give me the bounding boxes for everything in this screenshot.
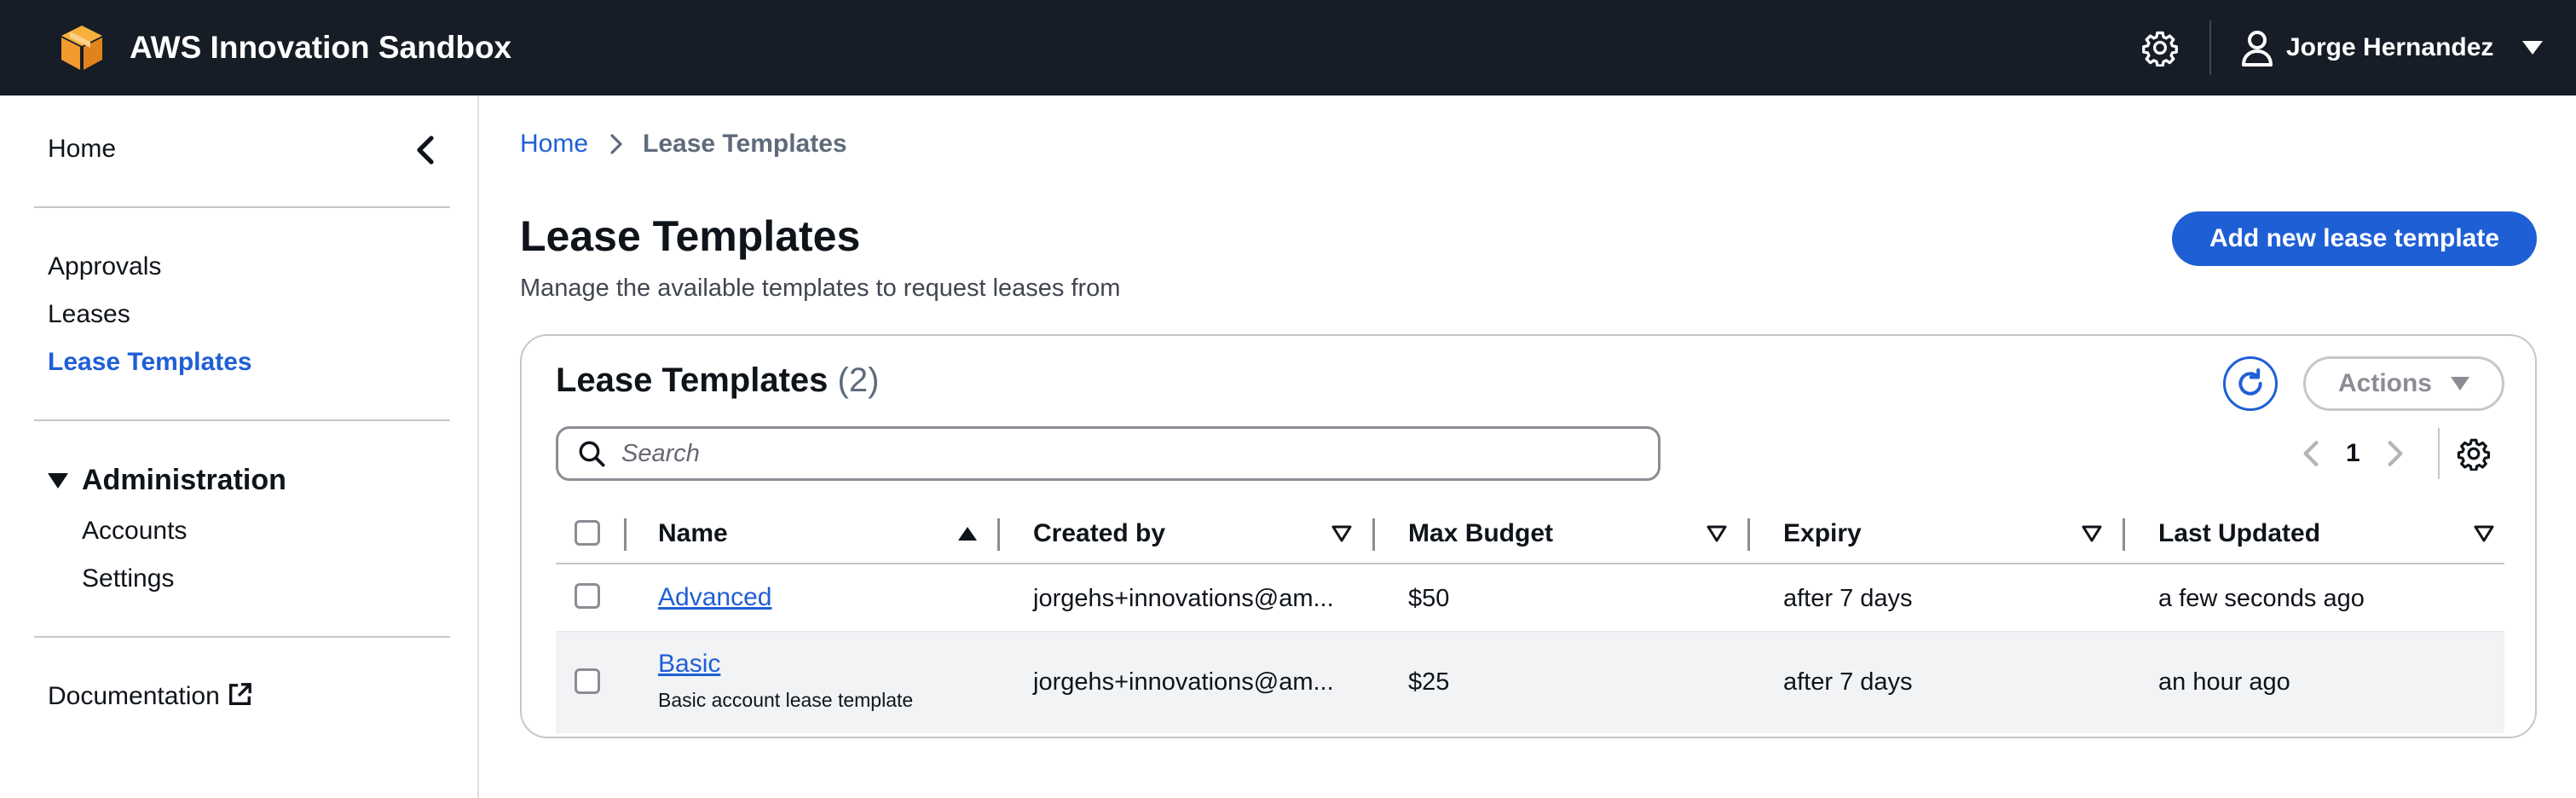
external-link-icon[interactable] — [227, 682, 252, 708]
template-name-link[interactable]: Basic — [658, 650, 720, 678]
settings-gear-icon[interactable] — [2141, 29, 2179, 66]
sidebar-item-documentation[interactable]: Documentation — [48, 682, 220, 711]
sidebar-item-lease-templates[interactable]: Lease Templates — [48, 348, 252, 377]
expiry-cell: after 7 days — [1783, 668, 1913, 696]
current-page-number[interactable]: 1 — [2346, 439, 2360, 468]
sidebar-item-approvals[interactable]: Approvals — [48, 252, 161, 281]
column-header-name[interactable]: Name — [658, 503, 728, 564]
max-budget-cell: $25 — [1408, 668, 1450, 696]
sidebar-item-settings[interactable]: Settings — [82, 564, 174, 593]
table-title: Lease Templates — [556, 361, 829, 399]
add-new-lease-template-button[interactable]: Add new lease template — [2172, 211, 2537, 266]
table-row: Basic Basic account lease template jorge… — [556, 633, 2504, 733]
sort-unsorted-icon[interactable] — [1331, 525, 1352, 542]
search-input[interactable] — [621, 439, 1627, 468]
last-updated-cell: an hour ago — [2158, 668, 2290, 696]
sort-unsorted-icon[interactable] — [2082, 525, 2102, 542]
sort-unsorted-icon[interactable] — [2474, 525, 2494, 542]
pagination-divider — [2438, 428, 2440, 479]
last-updated-cell: a few seconds ago — [2158, 585, 2365, 612]
sort-ascending-icon[interactable] — [958, 527, 977, 541]
user-icon — [2242, 31, 2273, 66]
refresh-icon — [2238, 368, 2262, 396]
table-preferences-gear-icon[interactable] — [2457, 437, 2491, 471]
app-title[interactable]: AWS Innovation Sandbox — [130, 0, 511, 95]
actions-dropdown-button[interactable]: Actions — [2303, 356, 2504, 411]
sidebar-item-leases[interactable]: Leases — [48, 300, 130, 329]
column-header-last-updated[interactable]: Last Updated — [2158, 503, 2320, 564]
column-header-max-budget[interactable]: Max Budget — [1408, 503, 1553, 564]
created-by-cell: jorgehs+innovations@am... — [1033, 668, 1334, 696]
pagination: 1 — [2298, 426, 2408, 481]
column-resizer[interactable] — [624, 518, 627, 551]
template-description: Basic account lease template — [658, 689, 914, 711]
collapse-sidebar-chevron-icon[interactable] — [413, 133, 438, 167]
sidebar-item-accounts[interactable]: Accounts — [82, 517, 187, 546]
page-description: Manage the available templates to reques… — [520, 275, 1121, 302]
sidebar-item-home[interactable]: Home — [48, 135, 116, 164]
column-header-expiry[interactable]: Expiry — [1783, 503, 1862, 564]
previous-page-icon[interactable] — [2298, 439, 2324, 468]
user-name: Jorge Hernandez — [2286, 33, 2494, 61]
max-budget-cell: $50 — [1408, 585, 1450, 612]
lease-templates-table: Name Created by Max Budget Expiry Last U… — [556, 503, 2504, 733]
template-name-link[interactable]: Advanced — [658, 583, 771, 611]
administration-section-toggle[interactable]: Administration — [48, 464, 286, 497]
table-row: Advanced jorgehs+innovations@am... $50 a… — [556, 564, 2504, 633]
next-page-icon[interactable] — [2383, 439, 2408, 468]
nav-divider — [34, 636, 450, 638]
breadcrumb: Home Lease Templates — [520, 130, 847, 159]
nav-divider — [34, 419, 450, 421]
created-by-cell: jorgehs+innovations@am... — [1033, 585, 1334, 612]
column-resizer[interactable] — [997, 518, 1000, 551]
expanded-triangle-icon — [48, 472, 68, 489]
header-divider — [2209, 20, 2211, 75]
row-select-checkbox[interactable] — [575, 583, 600, 609]
row-select-checkbox[interactable] — [575, 668, 600, 694]
nav-divider — [34, 206, 450, 208]
table-header-row: Name Created by Max Budget Expiry Last U… — [556, 503, 2504, 564]
column-resizer[interactable] — [1747, 518, 1750, 551]
sort-unsorted-icon[interactable] — [1707, 525, 1727, 542]
expiry-cell: after 7 days — [1783, 585, 1913, 612]
search-field[interactable] — [556, 426, 1661, 481]
search-icon — [579, 441, 605, 467]
breadcrumb-home-link[interactable]: Home — [520, 130, 588, 159]
side-navigation: Home Approvals Leases Lease Templates Ad… — [0, 95, 479, 798]
caret-down-icon — [2522, 41, 2544, 55]
column-resizer[interactable] — [2123, 518, 2125, 551]
page-title: Lease Templates — [520, 212, 861, 260]
aws-cube-logo-icon[interactable] — [56, 22, 107, 73]
lease-templates-table-container: Lease Templates (2) Actions 1 — [520, 334, 2537, 738]
refresh-button[interactable] — [2223, 356, 2278, 411]
column-header-created-by[interactable]: Created by — [1033, 503, 1165, 564]
top-navigation-bar: AWS Innovation Sandbox Jorge Hernandez — [0, 0, 2576, 95]
column-resizer[interactable] — [1372, 518, 1375, 551]
select-all-checkbox[interactable] — [575, 520, 600, 546]
caret-down-icon — [2451, 377, 2469, 390]
breadcrumb-chevron-right-icon — [610, 134, 622, 154]
table-header-title: Lease Templates (2) — [556, 361, 879, 400]
table-count: (2) — [837, 361, 880, 399]
administration-section-title: Administration — [82, 464, 286, 496]
breadcrumb-current: Lease Templates — [643, 130, 847, 158]
actions-label: Actions — [2337, 369, 2432, 397]
user-menu-button[interactable]: Jorge Hernandez — [2240, 0, 2544, 95]
